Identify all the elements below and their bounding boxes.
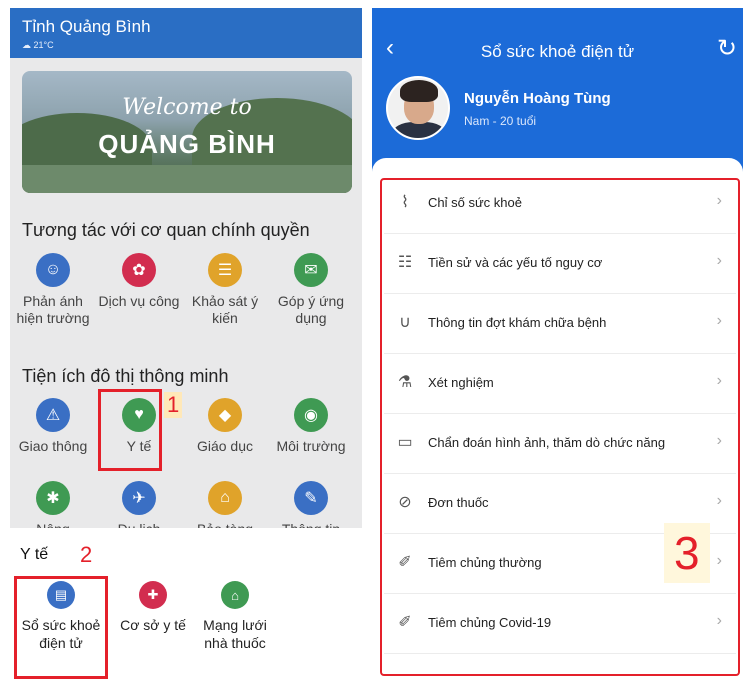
hospital-icon: ✚: [139, 581, 167, 609]
star-icon: ✿: [122, 253, 156, 287]
banner-script-text: Welcome to: [122, 95, 252, 120]
health-book-header: ‹ Sổ sức khoẻ điện tử ↻ Nguyễn Hoàng Tùn…: [372, 8, 743, 178]
museum-icon: ⌂: [208, 481, 242, 515]
tile-moi-truong[interactable]: ◉ Môi trường: [268, 398, 354, 455]
tile-label: Giao thông: [18, 438, 88, 454]
city-name: Tỉnh Quảng Bình: [22, 17, 151, 36]
traffic-icon: ⚠: [36, 398, 70, 432]
pharmacy-icon: ⌂: [221, 581, 249, 609]
avatar: [386, 76, 450, 140]
bottom-sheet-y-te: Y tế 2 ▤ Sổ sức khoẻ điện tử ✚ Cơ sở y t…: [10, 528, 362, 679]
step-marker-2: 2: [80, 542, 93, 567]
tile-dich-vu-cong[interactable]: ✿ Dịch vụ công: [96, 253, 182, 310]
tile-giao-duc[interactable]: ◆ Giáo dục: [182, 398, 268, 455]
travel-icon: ✈: [122, 481, 156, 515]
co-so-y-te-button[interactable]: ✚ Cơ sở y tế: [108, 581, 198, 634]
step-marker-3: 3: [664, 523, 710, 583]
tile-khao-sat[interactable]: ☰ Khảo sát ý kiến: [182, 253, 268, 327]
megaphone-icon: ☺: [36, 253, 70, 287]
right-screen: ‹ Sổ sức khoẻ điện tử ↻ Nguyễn Hoàng Tùn…: [372, 8, 743, 679]
section-title-smart-city: Tiện ích đô thị thông minh: [22, 366, 229, 386]
tile-label: Khảo sát ý kiến: [191, 293, 259, 326]
left-screen: Tỉnh Quảng Bình ☁ 21°C Welcome to QUẢNG …: [10, 8, 362, 679]
agriculture-icon: ✱: [36, 481, 70, 515]
tile-label: Góp ý ứng dụng: [277, 293, 345, 326]
avatar-body: [392, 122, 446, 138]
tile-label: Môi trường: [276, 438, 346, 454]
city-header: Tỉnh Quảng Bình ☁ 21°C: [10, 8, 362, 58]
graduation-icon: ◆: [208, 398, 242, 432]
highlight-box-3: [380, 178, 740, 676]
globe-icon: ◉: [294, 398, 328, 432]
tile-label: Phản ánh hiện trường: [16, 293, 90, 326]
banner-water: [22, 165, 352, 193]
section-title-government: Tương tác với cơ quan chính quyền: [22, 220, 310, 240]
avatar-hair: [400, 80, 438, 102]
tile-label: Mạng lưới nhà thuốc: [203, 617, 267, 651]
tile-giao-thong[interactable]: ⚠ Giao thông: [10, 398, 96, 455]
weather-info: ☁ 21°C: [22, 40, 54, 50]
refresh-icon[interactable]: ↻: [717, 34, 737, 63]
tile-label: Dịch vụ công: [98, 293, 180, 309]
nha-thuoc-button[interactable]: ⌂ Mạng lưới nhà thuốc: [190, 581, 280, 652]
banner-main-text: QUẢNG BÌNH: [98, 129, 276, 159]
highlight-box-1: [98, 389, 162, 471]
welcome-banner[interactable]: Welcome to QUẢNG BÌNH: [22, 71, 352, 193]
user-info: Nam - 20 tuổi: [464, 114, 537, 128]
sheet-title: Y tế: [20, 546, 49, 563]
highlight-box-2: [14, 576, 108, 679]
tile-gop-y[interactable]: ✉ Góp ý ứng dụng: [268, 253, 354, 327]
feedback-icon: ✉: [294, 253, 328, 287]
user-name: Nguyễn Hoàng Tùng: [464, 90, 611, 107]
step-marker-1: 1: [164, 392, 183, 418]
map-icon: ✎: [294, 481, 328, 515]
tile-label: Cơ sở y tế: [120, 617, 186, 633]
page-title: Sổ sức khoẻ điện tử: [480, 42, 635, 61]
tile-label: Giáo dục: [196, 438, 254, 454]
survey-icon: ☰: [208, 253, 242, 287]
tile-phan-anh[interactable]: ☺ Phản ánh hiện trường: [10, 253, 96, 327]
